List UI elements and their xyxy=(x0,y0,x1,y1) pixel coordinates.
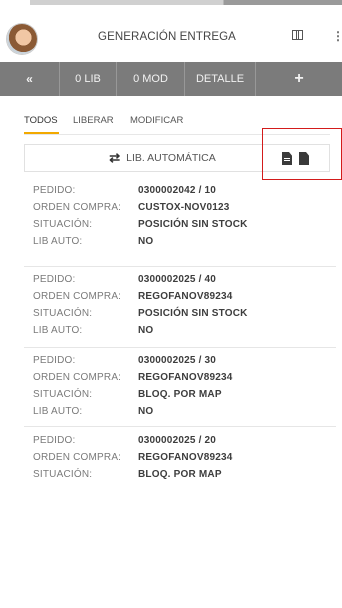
page-title: GENERACIÓN ENTREGA xyxy=(98,31,236,43)
field-value: REGOFANOV89234 xyxy=(138,291,233,302)
list-item[interactable]: PEDIDO: 0300002042 / 10 ORDEN COMPRA: CUST… xyxy=(24,180,336,267)
field-value: REGOFANOV89234 xyxy=(138,372,233,383)
field-value: 0300002025 / 30 xyxy=(138,355,217,366)
field-value: REGOFANOV89234 xyxy=(138,452,233,463)
field-label: LIB AUTO: xyxy=(33,325,83,336)
more-icon[interactable]: ⋮ xyxy=(332,29,342,43)
field-label: LIB AUTO: xyxy=(33,236,83,247)
field-label: PEDIDO: xyxy=(33,185,76,196)
mod-count-button[interactable]: 0 MOD xyxy=(117,62,185,96)
field-value: BLOQ. POR MAP xyxy=(138,389,222,400)
field-label: ORDEN COMPRA: xyxy=(33,452,122,463)
field-value: 0300002025 / 20 xyxy=(138,435,217,446)
field-label: SITUACIÓN: xyxy=(33,469,93,480)
field-value: CUSTOX-NOV0123 xyxy=(138,202,230,213)
field-value: NO xyxy=(138,236,154,247)
field-label: SITUACIÓN: xyxy=(33,308,93,319)
detail-button[interactable]: DETALLE xyxy=(185,62,256,96)
top-progress-strip xyxy=(30,0,342,5)
back-button[interactable]: « xyxy=(0,62,60,96)
field-value: NO xyxy=(138,406,154,417)
columns-icon[interactable] xyxy=(292,30,303,40)
field-value: POSICIÓN SIN STOCK xyxy=(138,308,248,319)
field-label: ORDEN COMPRA: xyxy=(33,372,122,383)
swap-icon: ⇄ xyxy=(109,150,121,165)
field-value: BLOQ. POR MAP xyxy=(138,469,222,480)
avatar[interactable] xyxy=(7,24,37,54)
field-label: PEDIDO: xyxy=(33,435,76,446)
field-label: SITUACIÓN: xyxy=(33,219,93,230)
field-value: 0300002025 / 40 xyxy=(138,274,217,285)
field-value: 0300002042 / 10 xyxy=(138,185,217,196)
list-item[interactable]: PEDIDO: 0300002025 / 30 ORDEN COMPRA: REGO… xyxy=(24,348,336,427)
field-label: LIB AUTO: xyxy=(33,406,83,417)
highlight-box xyxy=(262,128,342,180)
tab-liberar[interactable]: LIBERAR xyxy=(73,115,114,126)
field-label: ORDEN COMPRA: xyxy=(33,202,122,213)
order-list: PEDIDO: 0300002042 / 10 ORDEN COMPRA: CUST… xyxy=(24,180,336,497)
field-label: ORDEN COMPRA: xyxy=(33,291,122,302)
action-toolbar: « 0 LIB 0 MOD DETALLE + xyxy=(0,62,342,96)
field-label: SITUACIÓN: xyxy=(33,389,93,400)
active-tab-indicator xyxy=(24,132,59,134)
lib-automatica-button[interactable]: ⇄ LIB. AUTOMÁTICA xyxy=(70,145,255,171)
list-item[interactable]: PEDIDO: 0300002025 / 20 ORDEN COMPRA: REGO… xyxy=(24,427,336,497)
lib-automatica-label: LIB. AUTOMÁTICA xyxy=(126,152,216,164)
field-label: PEDIDO: xyxy=(33,355,76,366)
list-item[interactable]: PEDIDO: 0300002025 / 40 ORDEN COMPRA: REGO… xyxy=(24,267,336,348)
tab-todos[interactable]: TODOS xyxy=(24,115,58,126)
lib-count-button[interactable]: 0 LIB xyxy=(60,62,117,96)
field-value: POSICIÓN SIN STOCK xyxy=(138,219,248,230)
field-label: PEDIDO: xyxy=(33,274,76,285)
field-value: NO xyxy=(138,325,154,336)
tab-modificar[interactable]: MODIFICAR xyxy=(130,115,183,126)
add-button[interactable]: + xyxy=(256,62,342,96)
app-header: GENERACIÓN ENTREGA ⋮ xyxy=(0,8,342,62)
